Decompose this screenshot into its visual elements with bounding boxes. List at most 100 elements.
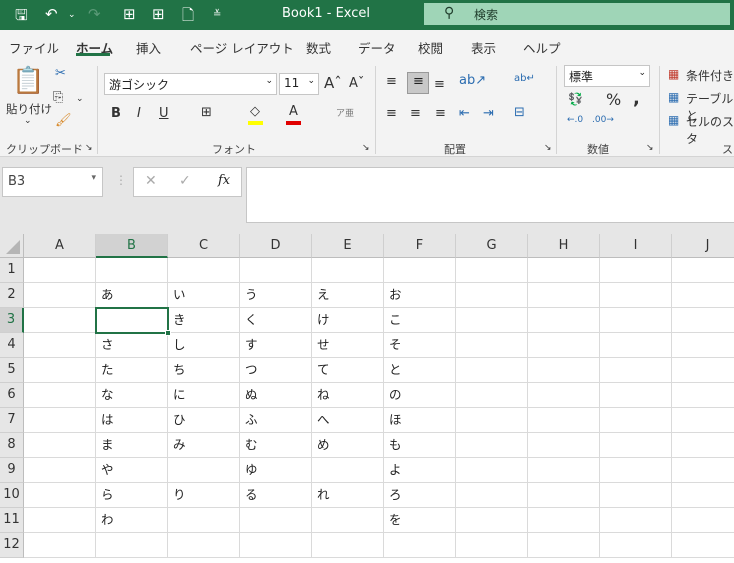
cell-C11[interactable] [168,508,240,533]
cell-F1[interactable] [384,258,456,283]
column-header-E[interactable]: E [312,234,384,258]
conditional-formatting-button[interactable]: 条件付き [686,67,734,84]
cell-E4[interactable]: せ [312,333,384,358]
insert-function-icon[interactable]: fx [218,173,230,188]
cell-J11[interactable] [672,508,734,533]
cell-H7[interactable] [528,408,600,433]
accounting-format-icon[interactable]: 💱 [568,92,583,106]
cell-A12[interactable] [24,533,96,558]
row-header-1[interactable]: 1 [0,258,24,283]
cell-I4[interactable] [600,333,672,358]
cell-B1[interactable] [96,258,168,283]
cell-A5[interactable] [24,358,96,383]
cell-B10[interactable]: ら [96,483,168,508]
increase-indent-icon[interactable]: ⇥ [483,106,494,121]
cell-H4[interactable] [528,333,600,358]
cell-A7[interactable] [24,408,96,433]
cell-G11[interactable] [456,508,528,533]
font-launcher-icon[interactable]: ↘ [362,143,370,153]
cell-D5[interactable]: つ [240,358,312,383]
cell-B4[interactable]: さ [96,333,168,358]
cell-F2[interactable]: お [384,283,456,308]
cell-G4[interactable] [456,333,528,358]
row-header-11[interactable]: 11 [0,508,24,533]
column-header-D[interactable]: D [240,234,312,258]
column-header-C[interactable]: C [168,234,240,258]
cell-A11[interactable] [24,508,96,533]
font-color-icon[interactable]: A [289,104,298,119]
cell-A6[interactable] [24,383,96,408]
cell-I6[interactable] [600,383,672,408]
cell-H10[interactable] [528,483,600,508]
cell-I9[interactable] [600,458,672,483]
column-header-F[interactable]: F [384,234,456,258]
cell-H2[interactable] [528,283,600,308]
tab-page-layout[interactable]: ページ レイアウト [190,38,294,57]
cell-E6[interactable]: ね [312,383,384,408]
tab-insert[interactable]: 挿入 [136,38,161,57]
cell-C3[interactable]: き [168,308,240,333]
cell-C1[interactable] [168,258,240,283]
cell-E3[interactable]: け [312,308,384,333]
cell-B8[interactable]: ま [96,433,168,458]
undo-dropdown-icon[interactable]: ⌄ [68,10,76,20]
cell-G7[interactable] [456,408,528,433]
customize-qat-icon[interactable]: ≚ [213,9,221,20]
cell-J8[interactable] [672,433,734,458]
decrease-font-size-icon[interactable]: Aˇ [349,76,364,91]
row-header-3[interactable]: 3 [0,308,24,333]
align-left-icon[interactable]: ≡ [386,106,397,121]
column-header-I[interactable]: I [600,234,672,258]
cell-G10[interactable] [456,483,528,508]
form-icon[interactable]: ⊞ [123,5,136,23]
drag-handle-icon[interactable]: ⋮ [115,173,127,187]
cell-D1[interactable] [240,258,312,283]
copy-icon[interactable]: ⎘ [53,90,63,105]
row-header-12[interactable]: 12 [0,533,24,558]
cell-J12[interactable] [672,533,734,558]
row-header-7[interactable]: 7 [0,408,24,433]
orientation-icon[interactable]: ab↗ [459,73,486,88]
align-bottom-icon[interactable]: ≡ [434,77,445,92]
decrease-indent-icon[interactable]: ⇤ [459,106,470,121]
cell-E1[interactable] [312,258,384,283]
cell-I2[interactable] [600,283,672,308]
cell-A3[interactable] [24,308,96,333]
cell-F9[interactable]: よ [384,458,456,483]
cell-G12[interactable] [456,533,528,558]
cell-G1[interactable] [456,258,528,283]
cell-H9[interactable] [528,458,600,483]
undo-icon[interactable]: ↶ [45,5,58,23]
cell-J4[interactable] [672,333,734,358]
cell-B7[interactable]: は [96,408,168,433]
cell-H6[interactable] [528,383,600,408]
cell-C10[interactable]: り [168,483,240,508]
cell-C4[interactable]: し [168,333,240,358]
cell-G5[interactable] [456,358,528,383]
cell-F12[interactable] [384,533,456,558]
column-header-J[interactable]: J [672,234,734,258]
cell-D8[interactable]: む [240,433,312,458]
name-box[interactable]: B3 ▾ [2,167,103,197]
cell-F10[interactable]: ろ [384,483,456,508]
borders-icon[interactable]: ⊞ [201,105,212,120]
cell-F8[interactable]: も [384,433,456,458]
cell-J3[interactable] [672,308,734,333]
font-size-select[interactable]: 11 ⌄ [279,73,319,95]
cell-C9[interactable] [168,458,240,483]
wrap-text-icon[interactable]: ab↵ [514,73,535,84]
cell-B5[interactable]: た [96,358,168,383]
cell-F7[interactable]: ほ [384,408,456,433]
cell-A10[interactable] [24,483,96,508]
table-icon[interactable]: ⊞ [152,5,165,23]
cell-I5[interactable] [600,358,672,383]
row-header-4[interactable]: 4 [0,333,24,358]
cell-H8[interactable] [528,433,600,458]
tab-help[interactable]: ヘルプ [523,38,561,57]
cell-E2[interactable]: え [312,283,384,308]
cell-F11[interactable]: を [384,508,456,533]
column-header-H[interactable]: H [528,234,600,258]
align-middle-button[interactable]: ≡ [407,72,429,94]
cell-A9[interactable] [24,458,96,483]
merge-center-icon[interactable]: ⊟ [514,105,525,120]
